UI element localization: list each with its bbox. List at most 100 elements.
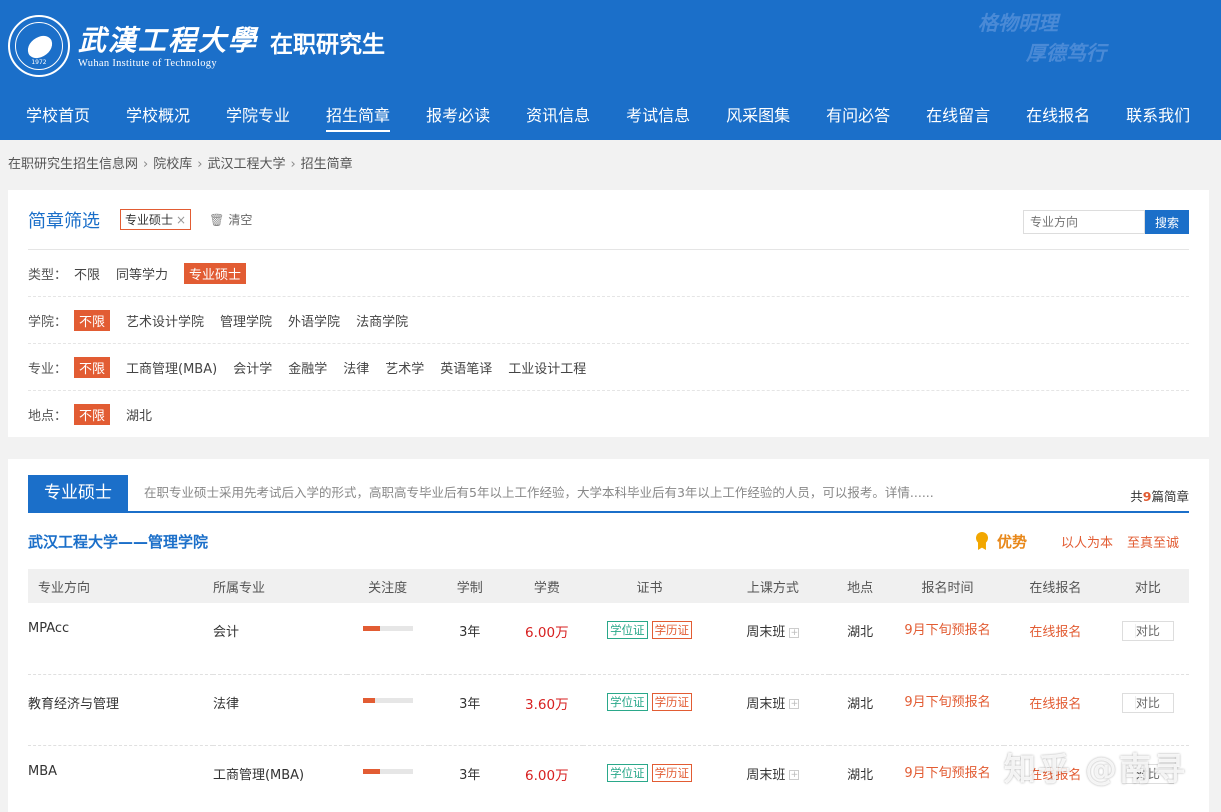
- nav-item[interactable]: 学校概况: [108, 96, 208, 136]
- breadcrumb-item[interactable]: 武汉工程大学: [207, 157, 285, 172]
- search-box: 搜索: [1023, 210, 1189, 234]
- filter-option[interactable]: 湖北: [126, 405, 152, 424]
- filter-label: 地点：: [28, 409, 68, 424]
- nav-item[interactable]: 联系我们: [1108, 96, 1208, 136]
- plus-icon[interactable]: +: [789, 699, 800, 709]
- school-link[interactable]: 武汉工程大学——管理学院: [28, 531, 208, 552]
- filter-option[interactable]: 同等学力: [116, 264, 168, 283]
- filter-option[interactable]: 法商学院: [356, 311, 408, 330]
- filter-option[interactable]: 不限: [74, 264, 100, 283]
- duration-cell: 3年: [429, 603, 511, 674]
- filter-option[interactable]: 艺术设计学院: [126, 311, 204, 330]
- motto-line: 格物明理: [978, 11, 1058, 35]
- school-seal-icon: 1972: [8, 15, 70, 77]
- filter-option[interactable]: 法律: [343, 358, 369, 377]
- breadcrumb-item[interactable]: 在职研究生招生信息网: [8, 157, 138, 172]
- filter-option[interactable]: 外语学院: [288, 311, 340, 330]
- filter-option[interactable]: 会计学: [233, 358, 272, 377]
- location: 湖北: [847, 767, 874, 783]
- class-mode: 周末班: [746, 767, 786, 783]
- nav-item[interactable]: 有问必答: [808, 96, 908, 136]
- reg-time-cell: 9月下旬预报名: [891, 603, 1004, 674]
- column-header: 学费: [533, 580, 560, 596]
- diploma-cert-badge: 学历证: [651, 621, 693, 639]
- location-cell: 湖北: [829, 603, 891, 674]
- class-mode: 周末班: [746, 696, 786, 712]
- filter-option[interactable]: 不限: [74, 404, 111, 425]
- location: 湖北: [847, 696, 874, 712]
- filter-option[interactable]: 专业硕士: [184, 262, 247, 284]
- compare-button[interactable]: 对比: [1121, 692, 1174, 713]
- location-cell: 湖北: [829, 674, 891, 745]
- plus-icon[interactable]: +: [789, 627, 800, 638]
- filter-option[interactable]: 金融学: [288, 358, 327, 377]
- school-logotype: 武漢工程大學 Wuhan Institute of Technology: [78, 24, 258, 69]
- program-major: 工商管理(MBA): [212, 767, 305, 783]
- cert-cell: 学位证 学历证: [583, 745, 717, 812]
- filter-label: 专业：: [28, 361, 68, 377]
- site-header: 1972 武漢工程大學 Wuhan Institute of Technolog…: [0, 0, 1221, 140]
- major-cell: 会计: [213, 603, 347, 674]
- filter-option[interactable]: 英语笔译: [440, 358, 492, 377]
- filter-option[interactable]: 工业设计工程: [508, 358, 586, 377]
- duration: 3年: [459, 625, 481, 640]
- program-direction[interactable]: MPAcc: [28, 621, 69, 636]
- column-header: 报名时间: [921, 580, 974, 596]
- attention-bar: [362, 697, 413, 703]
- filter-title: 简章筛选: [28, 210, 100, 232]
- search-button[interactable]: 搜索: [1145, 210, 1189, 234]
- registration-time: 9月下旬预报名: [904, 694, 991, 710]
- table-header: 专业方向 所属专业 关注度 学制 学费 证书 上课方式 地点 报名时间 在线报名 对比: [28, 569, 1189, 603]
- nav-item[interactable]: 报考必读: [408, 96, 508, 136]
- advantage-tag: 至真至诚: [1126, 535, 1179, 551]
- search-input[interactable]: [1023, 210, 1145, 234]
- seal-year: 1972: [31, 59, 47, 66]
- direction-cell: 教育经济与管理: [28, 674, 213, 745]
- fee-cell: 3.60万: [511, 674, 583, 745]
- filter-option[interactable]: 管理学院: [220, 311, 272, 330]
- class-mode: 周末班: [746, 625, 786, 640]
- logo-area[interactable]: 1972 武漢工程大學 Wuhan Institute of Technolog…: [8, 15, 385, 77]
- close-icon[interactable]: ×: [176, 213, 186, 227]
- mode-cell: 周末班 +: [716, 745, 829, 812]
- filter-option[interactable]: 不限: [74, 309, 111, 331]
- mode-cell: 周末班 +: [716, 603, 829, 674]
- compare-button[interactable]: 对比: [1121, 621, 1174, 641]
- plus-icon[interactable]: +: [789, 770, 800, 780]
- site-title: 在职研究生: [270, 31, 386, 58]
- nav-item[interactable]: 学院专业: [208, 96, 308, 136]
- filter-row: 类型： 不限 同等学力 专业硕士: [28, 250, 1189, 297]
- nav-item[interactable]: 考试信息: [608, 96, 708, 136]
- breadcrumb-item[interactable]: 院校库: [153, 157, 192, 172]
- program-direction[interactable]: MBA: [28, 764, 57, 779]
- column-header: 上课方式: [746, 580, 799, 596]
- tab-professional-master[interactable]: 专业硕士: [28, 475, 128, 511]
- online-apply-link[interactable]: 在线报名: [1029, 697, 1081, 712]
- online-apply-link[interactable]: 在线报名: [1029, 625, 1081, 640]
- nav-item[interactable]: 在线报名: [1008, 96, 1108, 136]
- nav-item[interactable]: 风采图集: [708, 96, 808, 136]
- nav-item[interactable]: 招生简章: [308, 96, 408, 136]
- nav-item[interactable]: 学校首页: [8, 96, 108, 136]
- clear-filters-button[interactable]: 🗑 清空: [209, 211, 252, 228]
- filter-label: 类型：: [28, 267, 68, 283]
- duration: 3年: [459, 696, 481, 712]
- fee-cell: 6.00万: [511, 745, 583, 812]
- selected-filter-chip[interactable]: 专业硕士 ×: [120, 209, 192, 230]
- filter-option[interactable]: 工商管理(MBA): [126, 358, 217, 377]
- filter-option[interactable]: 艺术学: [385, 358, 424, 377]
- school-name-en: Wuhan Institute of Technology: [78, 57, 217, 69]
- major-cell: 法律: [213, 674, 347, 745]
- attention-cell: [347, 603, 429, 674]
- school-motto: 格物明理 厚德笃行: [978, 8, 1106, 68]
- filter-option[interactable]: 不限: [74, 356, 111, 378]
- category-description[interactable]: 在职专业硕士采用先考试后入学的形式，高职高专毕业后有5年以上工作经验，大学本科毕…: [144, 475, 934, 511]
- table-row: MPAcc 会计 3年 6.00万 学位证 学历证 周末班 + 湖北 9月下旬预报名 在线报名 对比: [28, 603, 1189, 674]
- program-direction[interactable]: 教育经济与管理: [28, 697, 119, 712]
- breadcrumb: 在职研究生招生信息网 › 院校库 › 武汉工程大学 › 招生简章: [0, 140, 1221, 190]
- filter-row: 专业： 不限 工商管理(MBA) 会计学 金融学 法律 艺术学 英语笔译 工业设计工程: [28, 344, 1189, 391]
- category-tabbar: 专业硕士 在职专业硕士采用先考试后入学的形式，高职高专毕业后有5年以上工作经验，…: [28, 475, 1189, 513]
- nav-item[interactable]: 在线留言: [908, 96, 1008, 136]
- mode-cell: 周末班 +: [716, 674, 829, 745]
- nav-item[interactable]: 资讯信息: [508, 96, 608, 136]
